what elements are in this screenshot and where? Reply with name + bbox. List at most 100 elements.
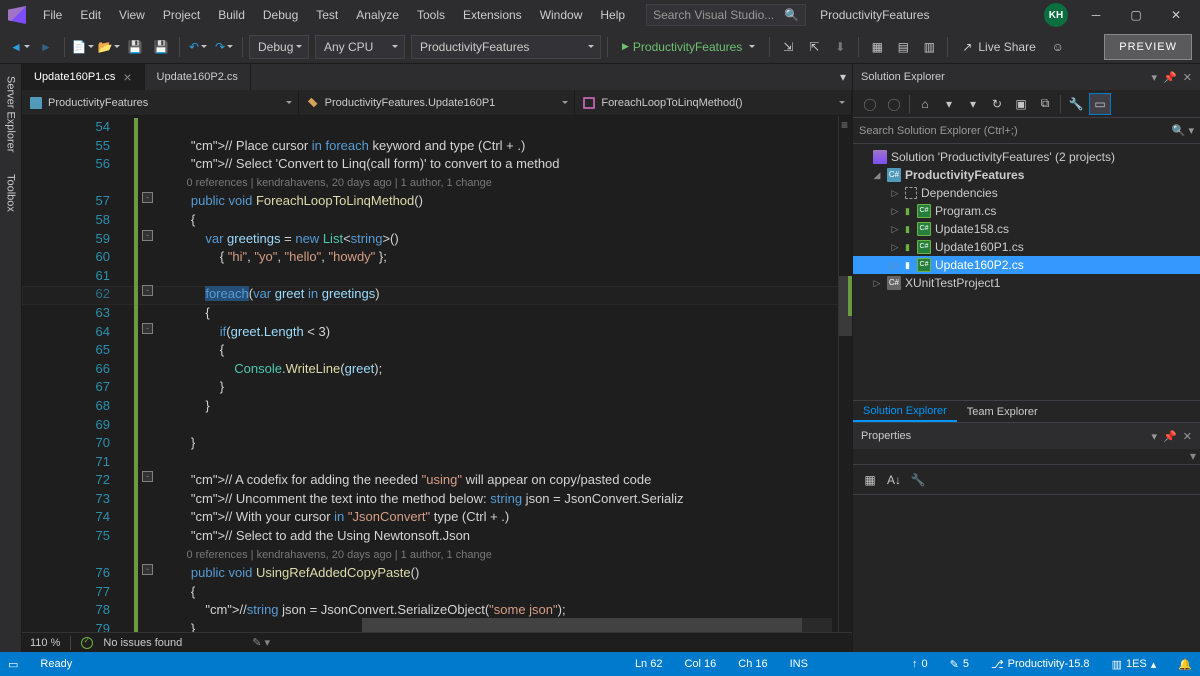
step-into-icon[interactable]: ⇲ <box>776 35 800 59</box>
main-toolbar: ◄ ► 📄 📂 💾 💾 ↶ ↷ Debug Any CPU Productivi… <box>0 30 1200 64</box>
menu-debug[interactable]: Debug <box>254 4 307 26</box>
menu-test[interactable]: Test <box>307 4 347 26</box>
tb-icon-1[interactable]: ▦ <box>865 35 889 59</box>
preview-selected-icon[interactable]: ▭ <box>1089 93 1111 115</box>
nav-class-combo[interactable]: ProductivityFeatures.Update160P1 <box>299 90 576 115</box>
new-project-button[interactable]: 📄 <box>71 35 95 59</box>
feedback-icon[interactable]: ☺ <box>1046 35 1070 59</box>
menu-window[interactable]: Window <box>531 4 592 26</box>
project-node[interactable]: ◢C#ProductivityFeatures <box>853 166 1200 184</box>
menu-edit[interactable]: Edit <box>71 4 110 26</box>
properties-panel: Properties ▾📌✕ ▾ ▦ A↓ 🔧 <box>853 422 1200 652</box>
categorized-icon[interactable]: ▦ <box>859 469 881 491</box>
vs-logo-icon <box>8 6 26 24</box>
tab-overflow-button[interactable]: ▾ <box>834 64 852 90</box>
horizontal-scrollbar[interactable] <box>362 618 832 632</box>
solution-node[interactable]: Solution 'ProductivityFeatures' (2 proje… <box>853 148 1200 166</box>
breakpoint-icon[interactable]: ⬇ <box>828 35 852 59</box>
show-all-icon[interactable]: ⧉ <box>1034 93 1056 115</box>
h-scroll-thumb[interactable] <box>362 618 802 632</box>
no-issues-icon <box>81 637 93 649</box>
pin-icon[interactable]: 📌 <box>1163 71 1177 84</box>
menu-project[interactable]: Project <box>154 4 209 26</box>
branch-indicator[interactable]: ⎇ Productivity-15.8 <box>991 658 1090 671</box>
menu-file[interactable]: File <box>34 4 71 26</box>
file-node[interactable]: ▷▮C#Update158.cs <box>853 220 1200 238</box>
tb-icon-3[interactable]: ▥ <box>917 35 941 59</box>
pending-changes-icon[interactable]: ▾ <box>962 93 984 115</box>
tb-icon-2[interactable]: ▤ <box>891 35 915 59</box>
nav-back-button[interactable]: ◄ <box>8 35 32 59</box>
home-icon[interactable]: ⌂ <box>914 93 936 115</box>
menu-help[interactable]: Help <box>591 4 634 26</box>
panel-bottom-tabs: Solution Explorer Team Explorer <box>853 400 1200 422</box>
sync-icon[interactable]: ↻ <box>986 93 1008 115</box>
nav-namespace-combo[interactable]: ProductivityFeatures <box>22 90 299 115</box>
startup-combo[interactable]: ProductivityFeatures <box>411 35 601 59</box>
solution-explorer-search[interactable]: Search Solution Explorer (Ctrl+;)🔍 ▾ <box>853 118 1200 144</box>
project-node-2[interactable]: ▷C#XUnitTestProject1 <box>853 274 1200 292</box>
pin-icon[interactable]: 📌 <box>1163 430 1177 443</box>
undo-button[interactable]: ↶ <box>186 35 210 59</box>
config-combo[interactable]: Debug <box>249 35 309 59</box>
unpublished-commits[interactable]: ↑ 0 <box>912 658 928 670</box>
zoom-level[interactable]: 110 % <box>30 637 60 649</box>
menu-view[interactable]: View <box>110 4 154 26</box>
document-tabs: Update160P1.cs×Update160P2.cs ▾ <box>22 64 852 90</box>
redo-button[interactable]: ↷ <box>212 35 236 59</box>
step-over-icon[interactable]: ⇱ <box>802 35 826 59</box>
live-share-button[interactable]: ↗ Live Share <box>954 40 1043 54</box>
nav-forward-button[interactable]: ► <box>34 35 58 59</box>
server-explorer-tab[interactable]: Server Explorer <box>3 68 19 160</box>
repo-indicator[interactable]: ▥ 1ES ▴ <box>1112 658 1157 671</box>
properties-icon[interactable]: 🔧 <box>1065 93 1087 115</box>
platform-combo[interactable]: Any CPU <box>315 35 405 59</box>
property-pages-icon[interactable]: 🔧 <box>907 469 929 491</box>
nav-method-combo[interactable]: ForeachLoopToLinqMethod() <box>575 90 852 115</box>
document-tab[interactable]: Update160P1.cs× <box>22 64 145 90</box>
editor-area: Update160P1.cs×Update160P2.cs ▾ Productiv… <box>22 64 852 652</box>
file-node-selected[interactable]: ▷▮C#Update160P2.cs <box>853 256 1200 274</box>
scrollbar-minimap[interactable]: ≡ <box>838 116 852 632</box>
panel-dropdown-icon[interactable]: ▾ <box>1152 71 1158 84</box>
save-button[interactable]: 💾 <box>123 35 147 59</box>
collapse-icon[interactable]: ▣ <box>1010 93 1032 115</box>
maximize-button[interactable]: ▢ <box>1116 1 1156 29</box>
quick-launch-search[interactable]: Search Visual Studio... 🔍 <box>646 4 806 26</box>
start-debug-button[interactable]: ProductivityFeatures <box>614 35 763 59</box>
pending-edits[interactable]: ✎ 5 <box>950 658 969 671</box>
close-window-button[interactable]: ✕ <box>1156 1 1196 29</box>
document-tab[interactable]: Update160P2.cs <box>145 64 251 90</box>
se-fwd-icon[interactable]: ◯ <box>883 93 905 115</box>
code-editor[interactable]: 545556 575859606162636465666768697071727… <box>22 116 852 632</box>
minimize-button[interactable]: ─ <box>1076 1 1116 29</box>
notifications-icon[interactable]: 🔔 <box>1178 658 1192 671</box>
team-explorer-tab[interactable]: Team Explorer <box>957 401 1048 422</box>
status-ins: INS <box>790 658 808 670</box>
properties-title: Properties ▾📌✕ <box>853 423 1200 449</box>
dependencies-node[interactable]: ▷Dependencies <box>853 184 1200 202</box>
se-back-icon[interactable]: ◯ <box>859 93 881 115</box>
output-pane-icon[interactable]: ▭ <box>8 658 18 671</box>
panel-close-icon[interactable]: ✕ <box>1183 430 1192 443</box>
save-all-button[interactable]: 💾 <box>149 35 173 59</box>
pencil-icon[interactable]: ✎ ▾ <box>252 636 270 649</box>
solution-explorer-toolbar: ◯ ◯ ⌂ ▾ ▾ ↻ ▣ ⧉ 🔧 ▭ <box>853 90 1200 118</box>
menu-tools[interactable]: Tools <box>408 4 454 26</box>
file-node[interactable]: ▷▮C#Update160P1.cs <box>853 238 1200 256</box>
tab-close-icon[interactable]: × <box>123 69 131 85</box>
user-avatar[interactable]: KH <box>1044 3 1068 27</box>
solution-explorer-tab[interactable]: Solution Explorer <box>853 401 957 422</box>
menu-build[interactable]: Build <box>209 4 254 26</box>
file-node[interactable]: ▷▮C#Program.cs <box>853 202 1200 220</box>
menu-extensions[interactable]: Extensions <box>454 4 531 26</box>
toolbox-tab[interactable]: Toolbox <box>3 166 19 220</box>
menu-analyze[interactable]: Analyze <box>347 4 408 26</box>
panel-close-icon[interactable]: ✕ <box>1183 71 1192 84</box>
alphabetical-icon[interactable]: A↓ <box>883 469 905 491</box>
code-content[interactable]: "cm">// Place cursor in foreach keyword … <box>132 116 838 632</box>
solution-tree[interactable]: Solution 'ProductivityFeatures' (2 proje… <box>853 144 1200 400</box>
panel-dropdown-icon[interactable]: ▾ <box>1152 430 1158 443</box>
open-file-button[interactable]: 📂 <box>97 35 121 59</box>
switch-views-icon[interactable]: ▾ <box>938 93 960 115</box>
